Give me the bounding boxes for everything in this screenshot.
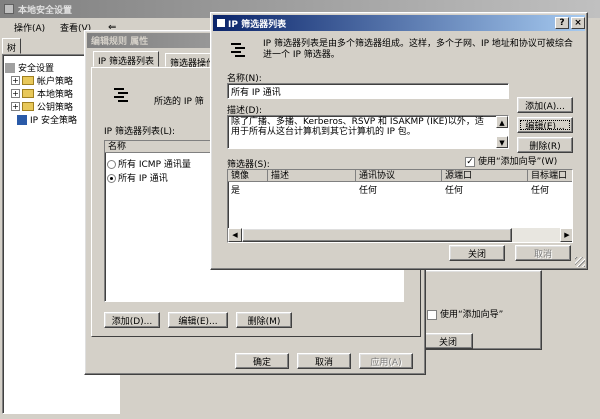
close-title-button[interactable]: × xyxy=(571,17,585,29)
ip-security-icon xyxy=(17,114,27,125)
column-header-description[interactable]: 描述 xyxy=(268,170,356,182)
name-input[interactable]: 所有 IP 通讯 xyxy=(227,83,509,99)
security-settings-icon xyxy=(5,62,15,73)
description-textarea-value: 除了广播、多播、Kerberos、RSVP 和 ISAKMP (IKE)以外，适… xyxy=(231,117,484,137)
filter-list-label: IP 筛选器列表(L): xyxy=(104,127,176,137)
close-button[interactable]: 关闭 xyxy=(449,245,505,261)
rule-description: 所选的 IP 筛 xyxy=(154,97,204,107)
background-dialog: 使用“添加向导” 关闭 xyxy=(420,270,542,350)
tab-tree[interactable]: 树 xyxy=(2,38,22,54)
edit-filter-button[interactable]: 编辑(E)... xyxy=(517,117,573,133)
apply-button[interactable]: 应用(A) xyxy=(359,353,413,369)
tree-item-public-key-policy[interactable]: + 公钥策略 xyxy=(11,100,73,113)
tree-label: 安全设置 xyxy=(18,64,55,74)
tree-label: 公钥策略 xyxy=(37,103,74,113)
wizard-checkbox[interactable] xyxy=(427,309,437,320)
scroll-left-button[interactable]: ◀ xyxy=(228,228,242,242)
remove-filter-list-button[interactable]: 删除(M) xyxy=(236,312,292,328)
expand-icon[interactable]: + xyxy=(11,89,20,98)
desc-scroll-down[interactable]: ▼ xyxy=(496,136,508,148)
ip-filter-list-dialog: IP 筛选器列表 ? × IP 筛选器列表是由多个筛选器组成。这样，多个子网、I… xyxy=(210,12,588,270)
help-title-button[interactable]: ? xyxy=(555,17,569,29)
tree-label: 帐户策略 xyxy=(37,77,74,87)
resize-grip[interactable] xyxy=(575,257,585,267)
filter-icon xyxy=(231,41,249,61)
column-header-mirror[interactable]: 镜像 xyxy=(228,170,268,182)
column-header-name[interactable]: 名称 xyxy=(105,141,225,153)
list-item-label: 所有 ICMP 通讯量 xyxy=(118,160,191,170)
folder-icon xyxy=(22,89,34,98)
filter-dialog-icon xyxy=(217,19,225,27)
column-header-dest-port[interactable]: 目标端口 xyxy=(528,170,572,182)
wizard-checkbox[interactable]: ✓ xyxy=(465,156,475,167)
wizard-option[interactable]: 使用“添加向导” xyxy=(427,307,503,320)
ok-button[interactable]: 确定 xyxy=(235,353,289,369)
wizard-label: 使用“添加向导” xyxy=(440,310,504,320)
table-horizontal-scrollbar[interactable]: ◀ ▶ xyxy=(228,228,572,242)
scroll-thumb[interactable] xyxy=(242,228,512,242)
main-window-title: 本地安全设置 xyxy=(18,5,73,16)
add-filter-list-button[interactable]: 添加(D)... xyxy=(104,312,160,328)
wizard-label: 使用“添加向导”(W) xyxy=(478,157,558,167)
app-icon xyxy=(4,4,14,14)
table-row[interactable]: 是 任何 任何 任何 xyxy=(228,183,572,196)
folder-icon xyxy=(22,102,34,111)
tree-label: 本地策略 xyxy=(37,90,74,100)
tab-ip-filter-list[interactable]: IP 筛选器列表 xyxy=(93,51,159,67)
list-item[interactable]: 所有 IP 通讯 xyxy=(107,171,168,184)
cancel-filter-button[interactable]: 取消 xyxy=(515,245,571,261)
cell-source-port: 任何 xyxy=(445,186,464,196)
cancel-button[interactable]: 取消 xyxy=(297,353,351,369)
wizard-option[interactable]: ✓ 使用“添加向导”(W) xyxy=(465,154,557,167)
folder-icon xyxy=(22,76,34,85)
radio-all-ip[interactable] xyxy=(107,174,116,183)
description-textarea[interactable]: 除了广播、多播、Kerberos、RSVP 和 ISAKMP (IKE)以外，适… xyxy=(227,115,509,149)
filter-description-text: IP 筛选器列表是由多个筛选器组成。这样，多个子网、IP 地址和协议可被综合进一… xyxy=(263,39,573,60)
expand-icon[interactable]: + xyxy=(11,76,20,85)
filter-dialog-title-bar[interactable]: IP 筛选器列表 xyxy=(213,15,585,31)
tree-item-account-policy[interactable]: + 帐户策略 xyxy=(11,74,73,87)
add-filter-button[interactable]: 添加(A)... xyxy=(517,97,573,113)
list-item-label: 所有 IP 通讯 xyxy=(118,174,168,184)
radio-icmp[interactable] xyxy=(107,160,116,169)
cell-dest-port: 任何 xyxy=(531,186,550,196)
name-input-value: 所有 IP 通讯 xyxy=(231,88,281,98)
tree-item-local-policy[interactable]: + 本地策略 xyxy=(11,87,73,100)
filters-table[interactable]: 镜像 描述 通讯协议 源端口 目标端口 是 任何 任何 任何 ◀ ▶ xyxy=(227,169,573,243)
cell-protocol: 任何 xyxy=(359,186,378,196)
rule-dialog-title: 编辑规则 属性 xyxy=(91,37,149,47)
column-header-protocol[interactable]: 通讯协议 xyxy=(356,170,442,182)
menu-action[interactable]: 操作(A) xyxy=(14,21,45,34)
list-item[interactable]: 所有 ICMP 通讯量 xyxy=(107,157,191,170)
filter-list-icon xyxy=(114,86,132,106)
scroll-right-button[interactable]: ▶ xyxy=(560,228,572,242)
tree-label: IP 安全策略 xyxy=(30,116,77,126)
desc-scroll-up[interactable]: ▲ xyxy=(496,116,508,128)
expand-icon[interactable]: + xyxy=(11,102,20,111)
filter-dialog-title: IP 筛选器列表 xyxy=(228,19,287,30)
column-header-source-port[interactable]: 源端口 xyxy=(442,170,528,182)
edit-filter-list-button[interactable]: 编辑(E)... xyxy=(168,312,228,328)
close-button-behind[interactable]: 关闭 xyxy=(423,333,473,349)
cell-mirror: 是 xyxy=(231,186,241,196)
tree-item-ip-security-policy[interactable]: IP 安全策略 xyxy=(17,113,77,126)
remove-filter-button[interactable]: 删除(R) xyxy=(517,137,573,153)
tree-item-security-settings[interactable]: 安全设置 xyxy=(5,61,54,74)
